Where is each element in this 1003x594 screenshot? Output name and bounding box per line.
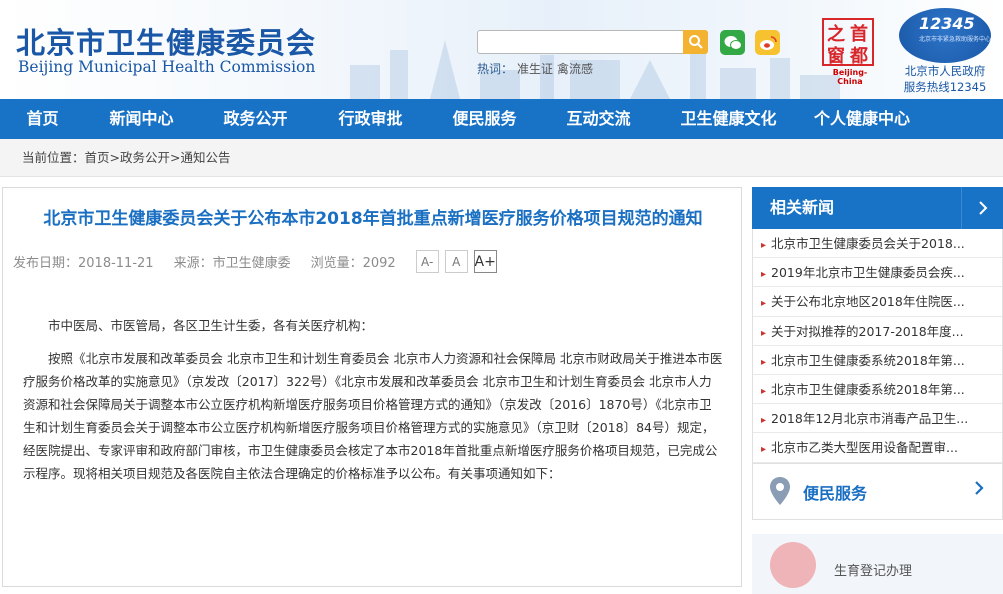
- bullet-icon: ▸: [761, 415, 767, 427]
- nav-home[interactable]: 首页: [0, 99, 85, 139]
- article-meta: 发布日期：2018-11-21 来源：市卫生健康委 浏览量：2092 A- A …: [13, 250, 503, 273]
- search-button[interactable]: [683, 30, 708, 54]
- news-link[interactable]: 关于公布北京地区2018年住院医...: [771, 294, 965, 309]
- weibo-button[interactable]: [755, 30, 780, 55]
- wechat-icon: [724, 35, 742, 50]
- related-news-title: 相关新闻: [770, 198, 835, 217]
- chevron-right-icon: [978, 201, 987, 215]
- hotline-number: 12345: [919, 14, 975, 33]
- logo-char: 都: [850, 46, 868, 67]
- list-item[interactable]: ▸ 北京市卫生健康委员会关于2018...: [753, 229, 1002, 259]
- related-news-more-button[interactable]: [961, 187, 1003, 229]
- bullet-icon: ▸: [761, 240, 767, 251]
- list-item[interactable]: ▸ 2019年北京市卫生健康委员会疾...: [753, 258, 1002, 288]
- weibo-icon: [759, 35, 777, 50]
- news-link[interactable]: 北京市卫生健康委系统2018年第...: [771, 382, 965, 397]
- public-service-title: 便民服务: [803, 483, 868, 503]
- related-news-header: 相关新闻: [752, 187, 1003, 229]
- search-input[interactable]: [477, 30, 707, 54]
- news-link[interactable]: 北京市乙类大型医用设备配置审...: [771, 440, 958, 455]
- hotline-12345-logo[interactable]: 12345 北京市非紧急救助服务中心 北京市人民政府 服务热线12345: [895, 8, 995, 94]
- list-item[interactable]: ▸ 关于对拟推荐的2017-2018年度...: [753, 317, 1002, 346]
- hot-label: 热词：: [477, 62, 514, 76]
- nav-public-service[interactable]: 便民服务: [428, 99, 541, 139]
- news-link[interactable]: 2019年北京市卫生健康委员会疾...: [771, 265, 965, 280]
- hotline-subtitle: 北京市非紧急救助服务中心: [919, 36, 992, 43]
- news-link[interactable]: 北京市卫生健康委系统2018年第...: [771, 353, 965, 368]
- hot-words: 热词： 准生证 禽流感: [477, 60, 593, 77]
- font-default-button[interactable]: A: [444, 250, 468, 273]
- article-paragraph: 市中医局、市医管局，各区卫生计生委，各有关医疗机构：: [48, 318, 374, 333]
- nav-news[interactable]: 新闻中心: [85, 99, 198, 139]
- site-header: 北京市卫生健康委员会 Beijing Municipal Health Comm…: [0, 0, 1003, 99]
- location-pin-icon: [770, 476, 790, 505]
- list-item[interactable]: ▸ 北京市乙类大型医用设备配置审...: [753, 433, 1002, 463]
- publish-date: 发布日期：2018-11-21: [13, 256, 154, 271]
- city-logo-caption: Beijing-China: [832, 68, 868, 86]
- hotline-line1: 北京市人民政府: [904, 64, 986, 78]
- article-paragraph: 按照《北京市发展和改革委员会 北京市卫生和计划生育委员会 北京市人力资源和社会保…: [23, 351, 723, 481]
- logo-char: 窗: [827, 46, 845, 67]
- breadcrumb: 当前位置：首页>政务公开>通知公告: [0, 139, 1003, 177]
- beijing-city-logo: 之 首 窗 都 Beijing-China: [822, 18, 878, 86]
- birth-registration-icon: [770, 541, 816, 588]
- list-item[interactable]: ▸ 北京市卫生健康委系统2018年第...: [753, 375, 1002, 405]
- search-icon: [688, 35, 703, 49]
- nav-admin-approval[interactable]: 行政审批: [313, 99, 428, 139]
- nav-interaction[interactable]: 互动交流: [541, 99, 656, 139]
- sidebar: 相关新闻 ▸ 北京市卫生健康委员会关于2018... ▸ 2019年北京市卫生健康委…: [752, 187, 1003, 594]
- hot-word-link[interactable]: 禽流感: [557, 62, 593, 76]
- nav-gov-affairs[interactable]: 政务公开: [198, 99, 313, 139]
- birth-registration-label: 生育登记办理: [834, 563, 913, 579]
- news-link[interactable]: 关于对拟推荐的2017-2018年度...: [771, 324, 964, 339]
- site-title-en[interactable]: Beijing Municipal Health Commission: [18, 58, 315, 76]
- birth-registration-item[interactable]: 生育登记办理: [752, 533, 1003, 594]
- bullet-icon: ▸: [761, 385, 767, 397]
- font-decrease-button[interactable]: A-: [415, 250, 439, 273]
- wechat-button[interactable]: [720, 30, 745, 55]
- list-item[interactable]: ▸ 北京市卫生健康委系统2018年第...: [753, 346, 1002, 375]
- nav-health-culture[interactable]: 卫生健康文化: [656, 99, 801, 139]
- bullet-icon: ▸: [761, 327, 767, 339]
- view-count: 浏览量：2092: [310, 256, 396, 271]
- news-link[interactable]: 2018年12月北京市消毒产品卫生...: [771, 411, 968, 426]
- font-increase-button[interactable]: A+: [473, 250, 497, 273]
- bullet-icon: ▸: [761, 269, 767, 281]
- hotline-line2: 服务热线12345: [903, 80, 987, 94]
- bullet-icon: ▸: [761, 298, 767, 310]
- main-nav: 首页 新闻中心 政务公开 行政审批 便民服务 互动交流 卫生健康文化 个人健康中…: [0, 99, 1003, 139]
- hot-word-link[interactable]: 准生证: [517, 62, 553, 76]
- nav-personal-health[interactable]: 个人健康中心: [801, 99, 923, 139]
- related-news-list: ▸ 北京市卫生健康委员会关于2018... ▸ 2019年北京市卫生健康委员会疾..…: [752, 229, 1003, 464]
- news-link[interactable]: 北京市卫生健康委员会关于2018...: [771, 236, 965, 251]
- site-title-cn[interactable]: 北京市卫生健康委员会: [16, 20, 316, 62]
- article-panel: 北京市卫生健康委员会关于公布本市2018年首批重点新增医疗服务价格项目规范的通知…: [2, 187, 742, 587]
- chevron-right-icon: [975, 480, 984, 495]
- list-item[interactable]: ▸ 2018年12月北京市消毒产品卫生...: [753, 404, 1002, 434]
- article-title: 北京市卫生健康委员会关于公布本市2018年首批重点新增医疗服务价格项目规范的通知: [43, 209, 703, 229]
- bullet-icon: ▸: [761, 444, 767, 456]
- bullet-icon: ▸: [761, 356, 767, 368]
- article-body: 市中医局、市医管局，各区卫生计生委，各有关医疗机构： 按照《北京市发展和改革委员…: [23, 314, 723, 495]
- article-source: 来源：市卫生健康委: [173, 256, 291, 271]
- list-item[interactable]: ▸ 关于公布北京地区2018年住院医...: [753, 287, 1002, 317]
- public-service-header[interactable]: 便民服务: [752, 463, 1003, 520]
